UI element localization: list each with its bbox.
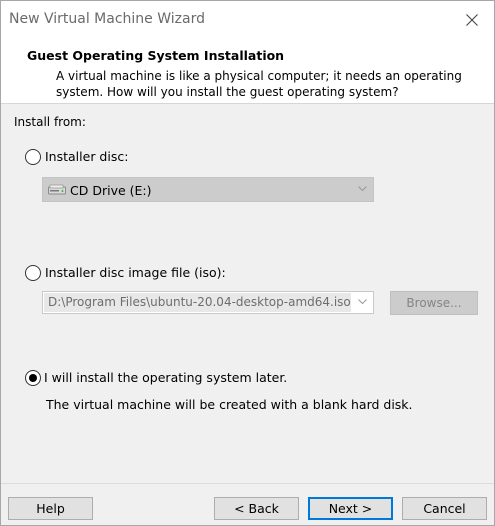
next-button[interactable]: Next >: [308, 497, 393, 520]
chevron-down-icon: [358, 186, 367, 192]
cd-drive-icon: [48, 184, 66, 195]
cd-drive-value: CD Drive (E:): [70, 183, 152, 198]
install-later-label[interactable]: I will install the operating system late…: [44, 370, 287, 385]
wizard-window: New Virtual Machine Wizard Guest Operati…: [0, 0, 495, 526]
iso-radio[interactable]: [25, 265, 41, 281]
install-later-description: The virtual machine will be created with…: [46, 397, 413, 412]
close-icon: [466, 14, 478, 26]
wizard-header: Guest Operating System Installation A vi…: [1, 39, 494, 104]
install-later-radio[interactable]: [25, 370, 41, 386]
help-button[interactable]: Help: [8, 497, 93, 520]
cd-drive-select[interactable]: CD Drive (E:): [42, 177, 374, 202]
installer-disc-radio[interactable]: [25, 149, 41, 165]
chevron-down-icon: [358, 299, 367, 305]
page-title: Guest Operating System Installation: [27, 48, 285, 63]
close-button[interactable]: [450, 1, 494, 39]
back-button[interactable]: < Back: [214, 497, 299, 520]
iso-path-value[interactable]: D:\Program Files\ubuntu-20.04-desktop-am…: [44, 293, 351, 312]
title-bar: New Virtual Machine Wizard: [1, 1, 494, 39]
install-from-label: Install from:: [14, 115, 86, 129]
window-title: New Virtual Machine Wizard: [9, 11, 205, 27]
iso-label[interactable]: Installer disc image file (iso):: [45, 265, 226, 280]
iso-path-combobox[interactable]: D:\Program Files\ubuntu-20.04-desktop-am…: [42, 291, 374, 314]
footer-divider: [1, 483, 494, 484]
cancel-button[interactable]: Cancel: [402, 497, 487, 520]
page-description: A virtual machine is like a physical com…: [56, 69, 462, 99]
installer-disc-label[interactable]: Installer disc:: [45, 149, 128, 164]
browse-button[interactable]: Browse...: [390, 291, 478, 315]
